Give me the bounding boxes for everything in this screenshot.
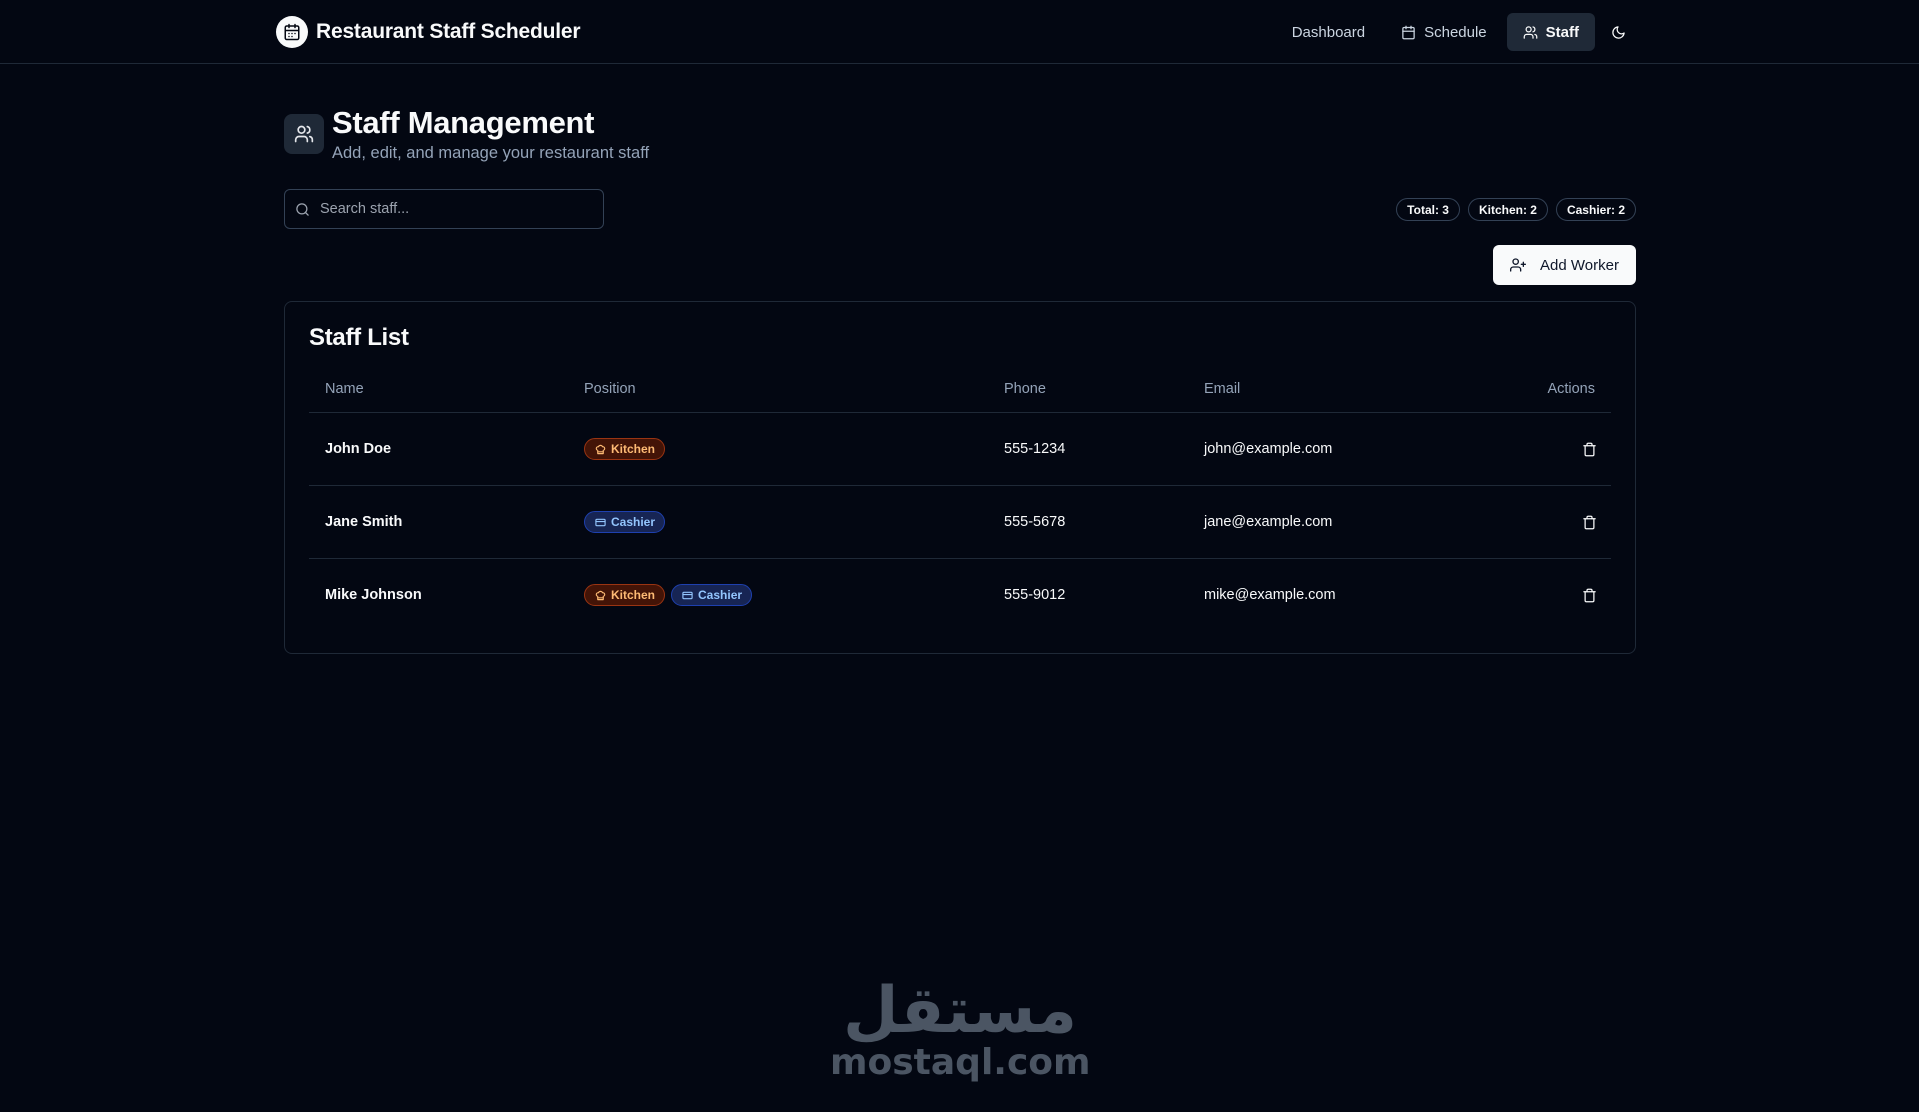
staff-phone: 555-1234 <box>1004 441 1066 457</box>
staff-list-card: Staff List Name Position Phone Email Act… <box>284 301 1636 654</box>
table-row[interactable]: John Doe Kitchen 555-1234 john@example.c… <box>309 413 1611 486</box>
chef-hat-icon <box>595 444 606 455</box>
theme-toggle-button[interactable] <box>1599 13 1637 51</box>
column-header-name[interactable]: Name <box>325 381 364 397</box>
staff-email: jane@example.com <box>1204 514 1333 530</box>
app-title: Restaurant Staff Scheduler <box>316 20 581 43</box>
watermark: مستقل mostaql.com <box>830 974 1091 1083</box>
table-header: Name Position Phone Email Actions <box>309 366 1611 413</box>
nav-item-staff[interactable]: Staff <box>1506 13 1595 51</box>
cashier-count-badge: Cashier: 2 <box>1555 198 1636 221</box>
staff-email: mike@example.com <box>1204 587 1336 603</box>
page-subtitle: Add, edit, and manage your restaurant st… <box>332 144 650 162</box>
delete-button[interactable] <box>1579 439 1599 459</box>
staff-table: Name Position Phone Email Actions John D… <box>309 366 1611 632</box>
watermark-latin: mostaql.com <box>830 1042 1091 1083</box>
moon-icon <box>1611 25 1626 40</box>
position-badges: Cashier <box>584 511 666 533</box>
main-nav: Dashboard Schedule Staff <box>1276 13 1637 51</box>
table-row[interactable]: Mike Johnson Kitchen Cashier 555-9012 mi… <box>309 559 1611 632</box>
kitchen-badge: Kitchen <box>584 584 666 606</box>
staff-phone: 555-5678 <box>1004 514 1066 530</box>
credit-card-icon <box>595 517 606 528</box>
search-input[interactable] <box>320 201 590 217</box>
staff-phone: 555-9012 <box>1004 587 1066 603</box>
trash-icon <box>1582 442 1597 457</box>
cashier-badge: Cashier <box>584 511 666 533</box>
cashier-badge: Cashier <box>671 584 753 606</box>
nav-item-label: Staff <box>1545 23 1579 41</box>
user-plus-icon <box>1510 257 1527 273</box>
users-icon <box>284 114 324 154</box>
chef-hat-icon <box>595 590 606 601</box>
search-box <box>284 189 604 229</box>
position-label: Cashier <box>698 588 743 602</box>
trash-icon <box>1582 515 1597 530</box>
position-label: Kitchen <box>611 442 656 456</box>
position-badges: Kitchen <box>584 438 666 460</box>
nav-item-dashboard[interactable]: Dashboard <box>1276 13 1381 51</box>
brand[interactable]: Restaurant Staff Scheduler <box>276 16 581 48</box>
staff-name: Jane Smith <box>325 514 403 530</box>
trash-icon <box>1582 588 1597 603</box>
card-title: Staff List <box>309 324 409 351</box>
calendar-icon <box>1401 25 1416 40</box>
users-icon <box>1523 25 1538 40</box>
kitchen-badge: Kitchen <box>584 438 666 460</box>
calendar-icon <box>276 16 308 48</box>
add-worker-button[interactable]: Add Worker <box>1493 245 1636 285</box>
nav-item-schedule[interactable]: Schedule <box>1385 13 1503 51</box>
total-count-badge: Total: 3 <box>1396 198 1460 221</box>
column-header-phone[interactable]: Phone <box>1004 381 1046 397</box>
watermark-arabic: مستقل <box>842 974 1078 1048</box>
staff-stats: Total: 3 Kitchen: 2 Cashier: 2 <box>1396 198 1636 221</box>
position-label: Kitchen <box>611 588 656 602</box>
staff-email: john@example.com <box>1204 441 1333 457</box>
staff-name: Mike Johnson <box>325 587 422 603</box>
column-header-position[interactable]: Position <box>584 381 636 397</box>
position-label: Cashier <box>611 515 656 529</box>
search-icon <box>295 202 310 217</box>
add-worker-label: Add Worker <box>1540 256 1619 274</box>
credit-card-icon <box>682 590 693 601</box>
column-header-email[interactable]: Email <box>1204 381 1240 397</box>
top-navbar: Restaurant Staff Scheduler Dashboard Sch… <box>0 0 1919 64</box>
page-title: Staff Management <box>332 105 595 140</box>
delete-button[interactable] <box>1579 585 1599 605</box>
delete-button[interactable] <box>1579 512 1599 532</box>
kitchen-count-badge: Kitchen: 2 <box>1467 198 1548 221</box>
column-header-actions: Actions <box>1547 381 1595 397</box>
position-badges: Kitchen Cashier <box>584 584 753 606</box>
table-row[interactable]: Jane Smith Cashier 555-5678 jane@example… <box>309 486 1611 559</box>
staff-name: John Doe <box>325 441 392 457</box>
nav-item-label: Schedule <box>1424 23 1487 41</box>
nav-item-label: Dashboard <box>1291 23 1366 41</box>
